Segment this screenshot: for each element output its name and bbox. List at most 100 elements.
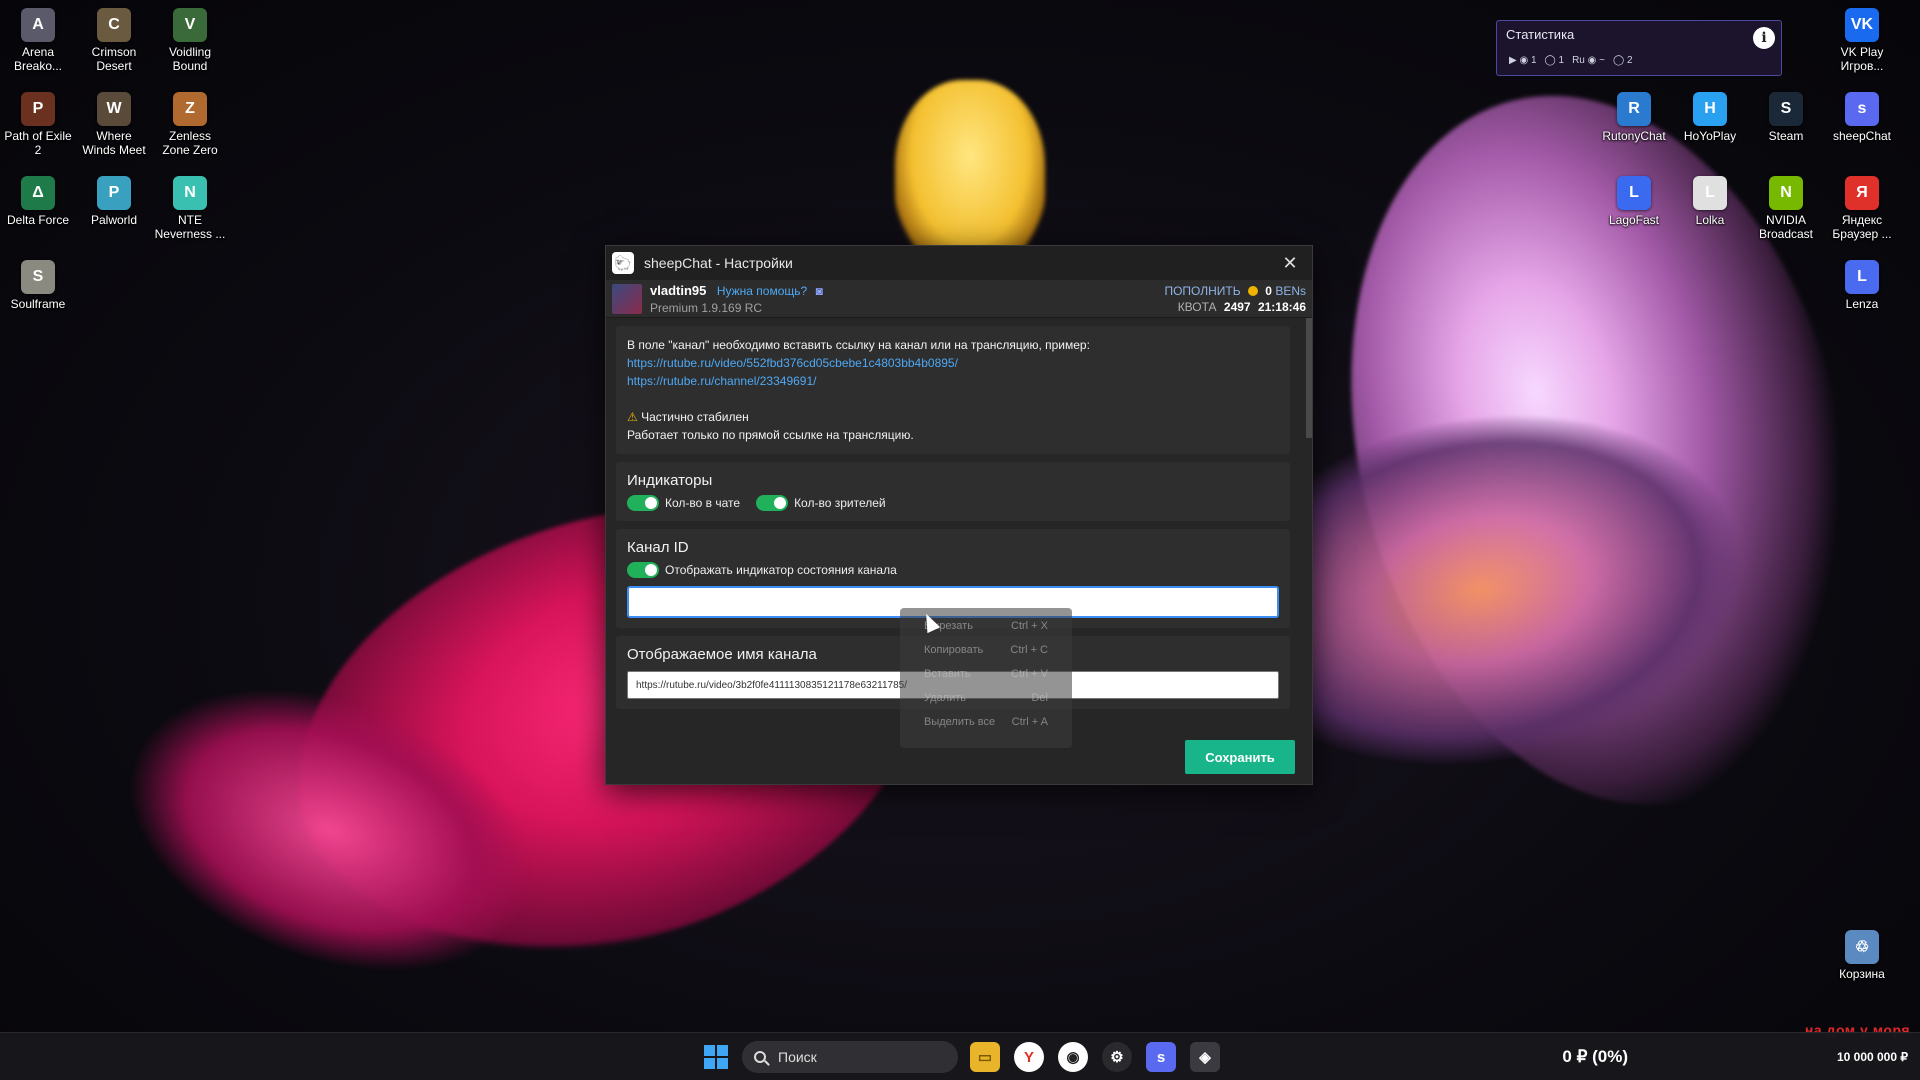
app-icon: C — [97, 8, 131, 42]
help-link[interactable]: Нужна помощь? — [717, 284, 807, 298]
app-icon: P — [97, 176, 131, 210]
desktop-icon-label: Яндекс Браузер ... — [1832, 213, 1892, 241]
indicators-title: Индикаторы — [627, 472, 713, 489]
discord-icon[interactable]: ◙ — [816, 284, 823, 298]
windows-start-icon[interactable] — [704, 1045, 728, 1069]
yandex-browser-icon[interactable]: Y — [1014, 1042, 1044, 1072]
desktop-icon-label: NTE Neverness ... — [154, 213, 226, 241]
search-label: Поиск — [778, 1049, 817, 1065]
game-launcher-icon[interactable]: ◈ — [1190, 1042, 1220, 1072]
user-bar: vladtin95 Нужна помощь? ◙ Premium 1.9.16… — [606, 280, 1312, 318]
warning-icon: ⚠ — [627, 410, 638, 424]
user-info: vladtin95 Нужна помощь? ◙ Premium 1.9.16… — [650, 282, 823, 315]
topup-link[interactable]: ПОПОЛНИТЬ — [1164, 284, 1240, 298]
toggle-label: Кол-во в чате — [665, 496, 741, 510]
desktop-icon[interactable]: N NTE Neverness ... — [154, 176, 226, 241]
app-icon: VK — [1845, 8, 1879, 42]
desktop-icon-label: sheepChat — [1832, 129, 1892, 143]
app-icon: L — [1845, 260, 1879, 294]
save-button[interactable]: Сохранить — [1185, 740, 1295, 774]
example-link-channel[interactable]: https://rutube.ru/channel/23349691/ — [627, 372, 1279, 390]
desktop-icon[interactable]: V Voidling Bound — [154, 8, 226, 73]
toggle-switch[interactable] — [756, 495, 789, 511]
desktop-icon[interactable]: C Crimson Desert — [78, 8, 150, 73]
desktop-icon-label: NVIDIA Broadcast — [1758, 213, 1814, 241]
desktop-icon-label: Arena Breako... — [13, 45, 63, 73]
desktop-icon[interactable]: S Soulframe — [2, 260, 74, 311]
desktop-icon-label: Delta Force — [6, 213, 70, 227]
info-icon[interactable]: i — [1753, 27, 1775, 49]
desktop-icon[interactable]: P Path of Exile 2 — [2, 92, 74, 157]
toggle-switch[interactable] — [627, 562, 659, 578]
desktop-icon[interactable]: P Palworld — [78, 176, 150, 227]
app-icon: S — [21, 260, 55, 294]
desktop-icon[interactable]: ♲ Корзина — [1826, 930, 1898, 981]
app-icon: R — [1617, 92, 1651, 126]
taskbar-search[interactable]: Поиск — [742, 1041, 958, 1073]
stats-widget[interactable]: Статистика ▶ ◉ 1 ◯ 1 Ru ◉ ~ ◯ 2 i — [1496, 20, 1782, 76]
app-icon: Δ — [21, 176, 55, 210]
desktop-icon-label: Steam — [1768, 129, 1804, 143]
menu-item-label: Вставить — [924, 668, 971, 680]
viewer-count-toggle[interactable]: Кол-во зрителей — [756, 495, 886, 511]
toggle-label: Отображать индикатор состояния канала — [665, 563, 897, 577]
app-icon: Z — [173, 92, 207, 126]
menu-item-label: Удалить — [924, 692, 966, 704]
indicators-section: Индикаторы Кол-во в чате Кол-во зрителей — [616, 462, 1290, 521]
desktop-icon[interactable]: R RutonyChat — [1598, 92, 1670, 143]
app-icon: V — [173, 8, 207, 42]
file-explorer-icon[interactable]: ▭ — [970, 1042, 1000, 1072]
quota-value: 2497 — [1223, 299, 1251, 314]
avatar[interactable] — [612, 283, 642, 314]
desktop-icon-label: Lenza — [1845, 297, 1879, 311]
context-menu-item[interactable]: Вставить Ctrl + V — [900, 662, 1072, 686]
desktop-icon[interactable]: L Lenza — [1826, 260, 1898, 311]
quota-label: КВОТА — [1177, 299, 1217, 314]
steam-icon[interactable]: ⚙ — [1102, 1042, 1132, 1072]
close-button[interactable]: ✕ — [1268, 246, 1312, 280]
desktop-icon[interactable]: s sheepChat — [1826, 92, 1898, 143]
app-icon: N — [173, 176, 207, 210]
desktop-icon[interactable]: L Lolka — [1674, 176, 1746, 227]
example-link-video[interactable]: https://rutube.ru/video/552fbd376cd05cbe… — [627, 354, 1279, 372]
channel-status-toggle[interactable]: Отображать индикатор состояния канала — [627, 562, 1279, 578]
platform-note: В поле "канал" необходимо вставить ссылк… — [616, 326, 1290, 454]
app-icon: N — [1769, 176, 1803, 210]
desktop-icon[interactable]: W Where Winds Meet — [78, 92, 150, 157]
menu-item-label: Выделить все — [924, 716, 996, 728]
desktop-icon[interactable]: A Arena Breako... — [2, 8, 74, 73]
scrollbar[interactable] — [1306, 318, 1312, 438]
desktop-icon[interactable]: H HoYoPlay — [1674, 92, 1746, 143]
menu-item-label: Копировать — [924, 644, 984, 656]
app-icon: ♲ — [1845, 930, 1879, 964]
desktop-icon[interactable]: S Steam — [1750, 92, 1822, 143]
sheep-app-icon: 🐑 — [612, 252, 634, 274]
money-readout: 10 000 000 ₽ — [1836, 1050, 1908, 1064]
wallpaper-shape — [895, 80, 1045, 270]
desktop-icon[interactable]: Я Яндекс Браузер ... — [1826, 176, 1898, 241]
desktop-icon-label: Where Winds Meet — [82, 129, 146, 157]
desktop-icon[interactable]: Z Zenless Zone Zero — [154, 92, 226, 157]
stats-row: ▶ ◉ 1 ◯ 1 Ru ◉ ~ ◯ 2 — [1509, 55, 1633, 66]
desktop-icon[interactable]: Δ Delta Force — [2, 176, 74, 227]
app-icon: S — [1769, 92, 1803, 126]
desktop-icon[interactable]: VK VK Play Игров... — [1826, 8, 1898, 73]
stats-title: Статистика — [1506, 27, 1575, 42]
app-version: Premium 1.9.169 RC — [650, 301, 763, 315]
desktop-icon-label: Crimson Desert — [91, 45, 137, 73]
desktop-icon[interactable]: N NVIDIA Broadcast — [1750, 176, 1822, 241]
channel-id-title: Канал ID — [627, 539, 689, 556]
chat-app-icon[interactable]: ◉ — [1058, 1042, 1088, 1072]
sheepchat-icon[interactable]: s — [1146, 1042, 1176, 1072]
desktop-icon[interactable]: L LagoFast — [1598, 176, 1670, 227]
toggle-label: Кол-во зрителей — [794, 496, 886, 510]
app-icon: L — [1693, 176, 1727, 210]
context-menu-item[interactable]: Выделить все Ctrl + A — [900, 710, 1072, 734]
context-menu-item[interactable]: Удалить Del — [900, 686, 1072, 710]
chat-count-toggle[interactable]: Кол-во в чате — [627, 495, 740, 511]
context-menu-item[interactable]: Копировать Ctrl + C — [900, 638, 1072, 662]
coin-icon — [1247, 285, 1258, 296]
window-titlebar[interactable]: 🐑 sheepChat - Настройки ✕ — [606, 246, 1312, 280]
menu-item-shortcut: Ctrl + X — [1011, 620, 1048, 632]
toggle-switch[interactable] — [627, 495, 659, 511]
